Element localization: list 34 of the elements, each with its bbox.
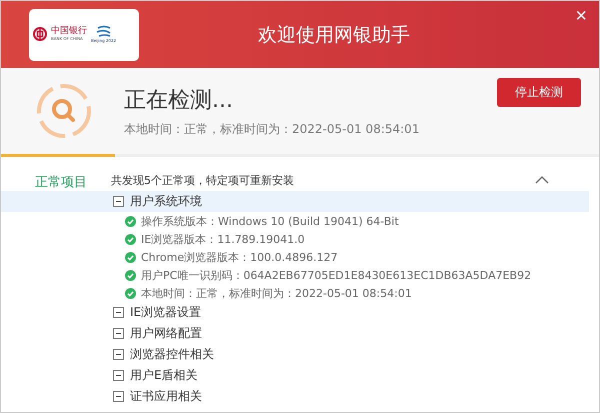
group-label: 用户网络配置 — [130, 325, 202, 342]
window-title: 欢迎使用网银助手 — [257, 22, 411, 48]
tree-row[interactable]: IE浏览器设置 — [1, 302, 589, 323]
tree-row[interactable]: 浏览器控件相关 — [1, 344, 589, 365]
status-subtitle: 本地时间：正常，标准时间为：2022-05-01 08:54:01 — [124, 120, 420, 138]
group-label: IE浏览器设置 — [130, 304, 202, 321]
section-label: 正常项目 — [35, 175, 87, 190]
check-item-text: 操作系统版本：Windows 10 (Build 19041) 64-Bit — [141, 214, 399, 228]
chevron-icon[interactable] — [535, 176, 549, 184]
search-icon — [36, 83, 92, 139]
stop-button[interactable]: 停止检测 — [497, 78, 581, 107]
collapse-icon[interactable] — [113, 391, 124, 402]
collapse-icon[interactable] — [113, 349, 124, 360]
bank-logo-icon — [33, 27, 47, 42]
tree-row[interactable]: 用户系统环境 — [1, 191, 589, 212]
check-item-text: 用户PC唯一识别码：064A2EB67705ED1E8430E613EC1DB63A5DA7EB92 — [141, 268, 532, 282]
check-item-text: Chrome浏览器版本：100.0.4896.127 — [141, 250, 338, 264]
check-item-text: 本地时间：正常，标准时间为：2022-05-01 08:54:01 — [141, 286, 412, 300]
check-item-text: IE浏览器版本：11.789.19041.0 — [141, 232, 305, 246]
collapse-icon[interactable] — [113, 307, 124, 318]
tree-row[interactable]: 用户E盾相关 — [1, 365, 589, 386]
group-label: 用户系统环境 — [130, 193, 202, 210]
collapse-icon[interactable] — [113, 370, 124, 381]
group-label: 证书应用相关 — [130, 388, 202, 405]
tree-row[interactable]: 用户网络配置 — [1, 323, 589, 344]
tree-row[interactable]: 证书应用相关 — [1, 386, 589, 407]
collapse-icon[interactable] — [113, 196, 124, 207]
summary-text: 共发现5个正常项，特定项可重新安装 — [111, 172, 294, 188]
status-title: 正在检测... — [124, 86, 234, 114]
group-label: 浏览器控件相关 — [130, 346, 214, 363]
close-button[interactable]: × — [571, 5, 591, 28]
collapse-icon[interactable] — [113, 328, 124, 339]
bank-name: 中国银行 — [51, 27, 87, 37]
group-label: 用户E盾相关 — [130, 367, 198, 384]
